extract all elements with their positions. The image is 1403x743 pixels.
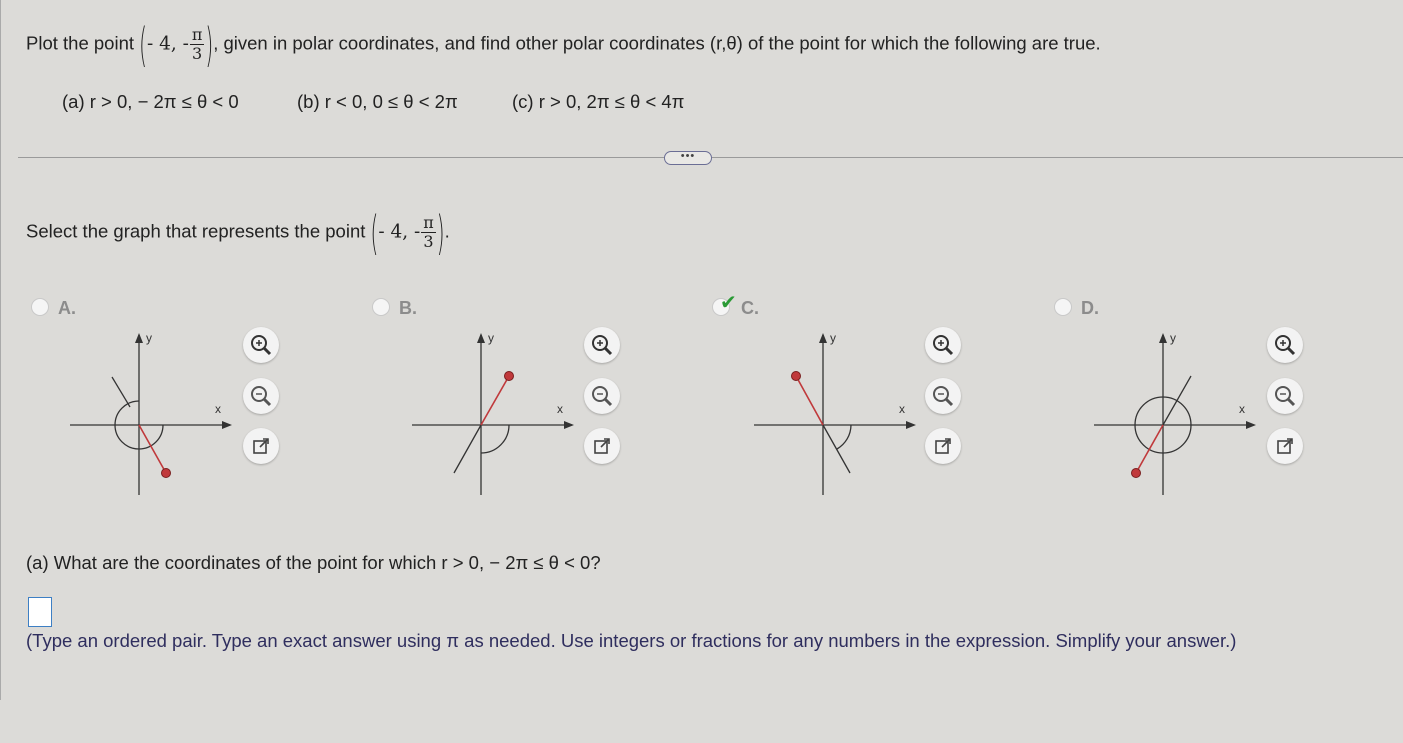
popout-icon — [594, 438, 610, 454]
plotted-point — [161, 468, 171, 478]
part-a-question: (a) What are the coordinates of the poin… — [26, 552, 601, 573]
left-paren: ( — [370, 204, 379, 261]
part-a-answer-input[interactable] — [28, 597, 52, 627]
zoom-out-icon — [1275, 386, 1296, 407]
select-period: . — [444, 220, 450, 242]
question-suffix: , given in polar coordinates, and find o… — [213, 32, 1101, 54]
condition-a: (a) r > 0, − 2π ≤ θ < 0 — [62, 91, 239, 112]
option-b-zoom-in-button[interactable] — [584, 327, 620, 363]
select-point-r: - 4, - — [378, 221, 421, 243]
select-prompt: Select the graph that represents the poi… — [26, 210, 450, 256]
y-axis-arrow — [1159, 333, 1167, 343]
option-d-zoom-out-button[interactable] — [1267, 378, 1303, 414]
x-axis-label: x — [215, 402, 221, 416]
option-c-label[interactable]: C. — [741, 298, 759, 319]
option-a-popout-button[interactable] — [243, 428, 279, 464]
left-paren: ( — [139, 16, 147, 73]
zoom-out-icon — [251, 386, 272, 407]
extended-ray — [453, 424, 482, 474]
part-a-hint: (Type an ordered pair. Type an exact ans… — [26, 630, 1237, 651]
ray — [480, 375, 510, 426]
option-c-zoom-in-button[interactable] — [925, 327, 961, 363]
y-axis-arrow — [135, 333, 143, 343]
y-axis-label: y — [488, 331, 494, 345]
option-b-popout-button[interactable] — [584, 428, 620, 464]
right-paren: ) — [436, 204, 445, 261]
option-a-graph: x y — [70, 331, 232, 495]
x-axis-label: x — [1239, 402, 1245, 416]
option-d-popout-button[interactable] — [1267, 428, 1303, 464]
option-b-radio[interactable] — [372, 298, 390, 316]
y-axis-arrow — [477, 333, 485, 343]
option-c-zoom-out-button[interactable] — [925, 378, 961, 414]
zoom-out-icon — [933, 386, 954, 407]
check-icon: ✔ — [720, 292, 737, 314]
plotted-point — [504, 371, 514, 381]
select-point-fraction: π3 — [421, 213, 436, 251]
plotted-point — [791, 371, 801, 381]
question-prefix: Plot the point — [26, 32, 134, 54]
option-b-graph: x y — [412, 331, 574, 495]
zoom-in-icon — [251, 335, 272, 356]
extended-ray — [1162, 375, 1192, 426]
popout-icon — [1277, 438, 1293, 454]
option-b-zoom-out-button[interactable] — [584, 378, 620, 414]
select-prefix: Select the graph that represents the poi… — [26, 220, 366, 242]
zoom-out-icon — [592, 386, 613, 407]
zoom-in-icon — [592, 335, 613, 356]
condition-b: (b) r < 0, 0 ≤ θ < 2π — [297, 91, 458, 112]
option-b-label[interactable]: B. — [399, 298, 417, 319]
x-axis-arrow — [222, 421, 232, 429]
zoom-in-icon — [933, 335, 954, 356]
y-axis-label: y — [1170, 331, 1176, 345]
arc-arrow — [111, 376, 131, 408]
option-d-zoom-in-button[interactable] — [1267, 327, 1303, 363]
option-d-graph: x y — [1094, 331, 1256, 495]
x-axis-arrow — [564, 421, 574, 429]
option-a-label[interactable]: A. — [58, 298, 76, 319]
option-a-radio[interactable] — [31, 298, 49, 316]
y-axis-label: y — [146, 331, 152, 345]
x-axis-arrow — [906, 421, 916, 429]
y-axis-label: y — [830, 331, 836, 345]
expand-button[interactable]: ••• — [664, 151, 712, 165]
option-c-popout-button[interactable] — [925, 428, 961, 464]
x-axis-arrow — [1246, 421, 1256, 429]
condition-c: (c) r > 0, 2π ≤ θ < 4π — [512, 91, 685, 112]
question-line: Plot the point (- 4, - π 3), given in pola… — [26, 21, 1101, 67]
x-axis-label: x — [557, 402, 563, 416]
option-d-radio[interactable] — [1054, 298, 1072, 316]
ray — [795, 375, 824, 426]
question-point-fraction: π3 — [189, 25, 205, 63]
option-c-graph: x y — [754, 331, 916, 495]
left-border — [0, 0, 1, 700]
plotted-point — [1131, 468, 1141, 478]
extended-ray — [822, 424, 851, 474]
zoom-in-icon — [1275, 335, 1296, 356]
angle-arc — [836, 424, 852, 450]
popout-icon — [935, 438, 951, 454]
option-a-zoom-out-button[interactable] — [243, 378, 279, 414]
ray — [1135, 424, 1164, 474]
angle-arc — [480, 424, 510, 454]
question-point-r: - 4, - — [146, 33, 189, 55]
option-a-zoom-in-button[interactable] — [243, 327, 279, 363]
popout-icon — [253, 438, 269, 454]
x-axis-label: x — [899, 402, 905, 416]
right-paren: ) — [205, 16, 214, 73]
option-d-label[interactable]: D. — [1081, 298, 1099, 319]
y-axis-arrow — [819, 333, 827, 343]
